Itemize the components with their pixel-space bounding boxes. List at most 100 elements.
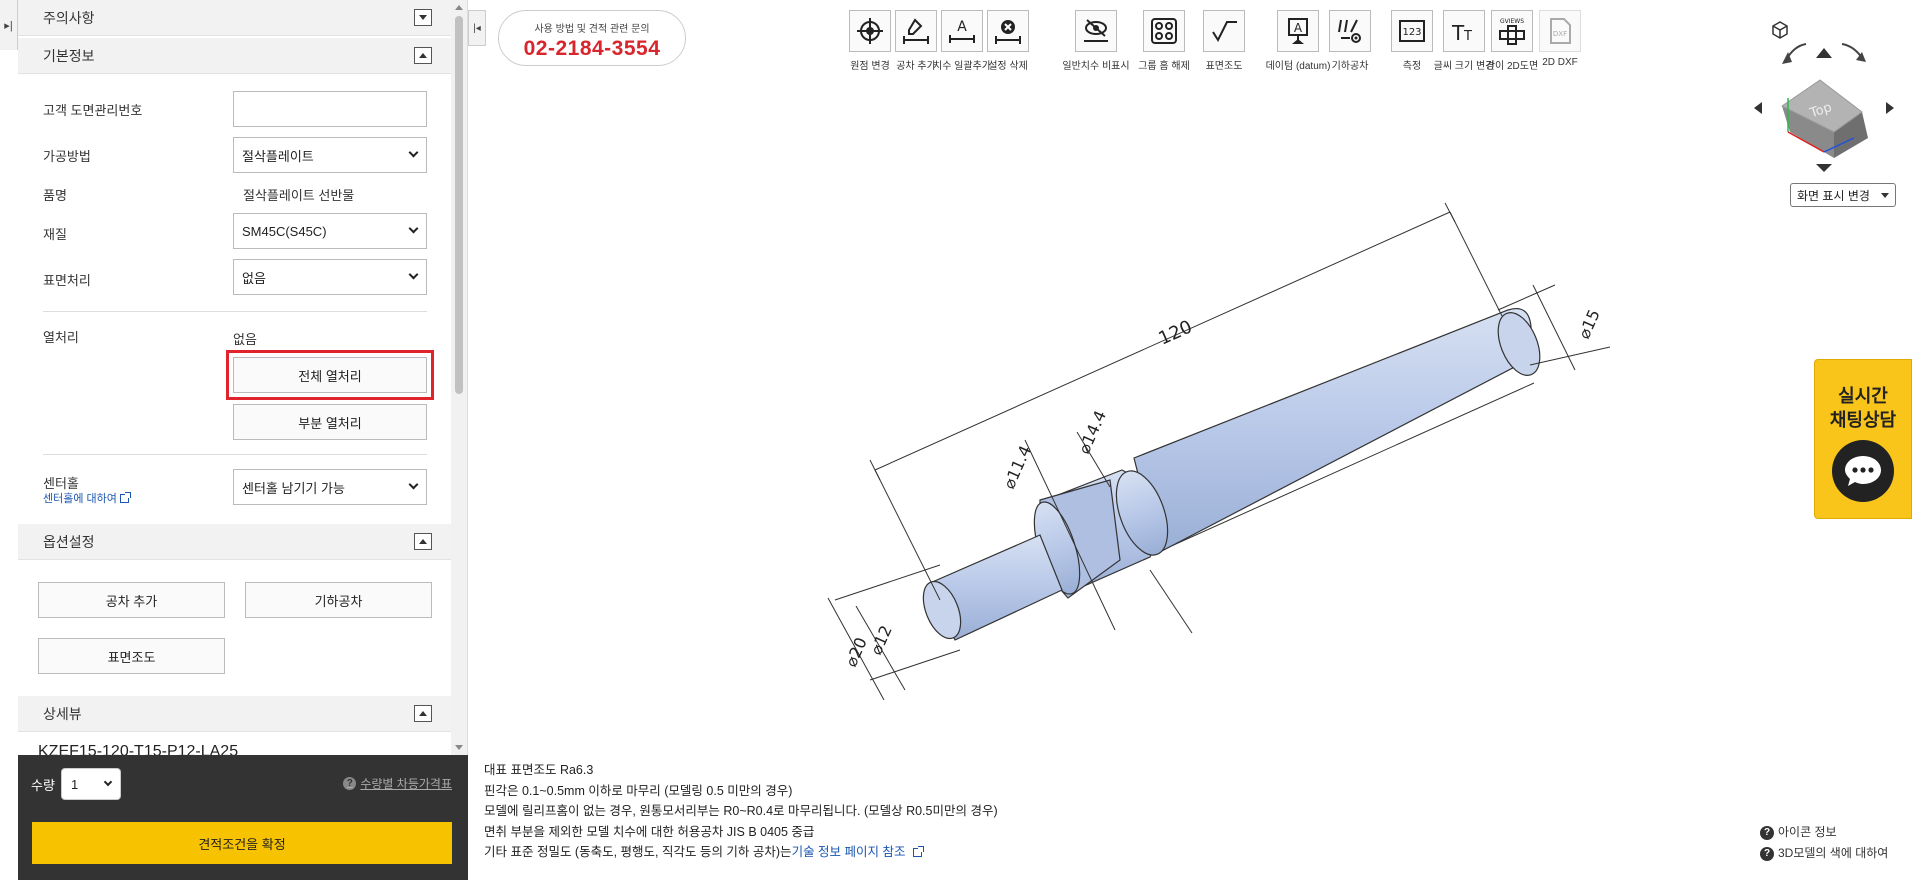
surface-roughness-button[interactable]: 표면조도	[38, 638, 225, 674]
contact-phone: 02-2184-3554	[523, 37, 661, 60]
add-tolerance-button[interactable]: 공차 추가	[38, 582, 225, 618]
section-header-caution[interactable]: 주의사항	[18, 0, 452, 36]
material-select-value: SM45C(S45C)	[242, 223, 327, 239]
center-select[interactable]: 센터홀 남기기 가능	[233, 469, 427, 505]
svg-text:T: T	[1463, 29, 1472, 44]
heat-label: 열처리	[43, 330, 79, 345]
expand-caution-button[interactable]	[414, 9, 432, 26]
tool-2d-dxf[interactable]: DXF 2D DXF	[1538, 10, 1582, 70]
center-info-link-text: 센터홀에 대하여	[43, 493, 117, 505]
tool-datum-label: 데이텀 (datum)	[1265, 61, 1331, 72]
tool-datum[interactable]: A 데이텀 (datum)	[1266, 10, 1330, 72]
chevron-down-icon	[103, 777, 113, 787]
model-color-link[interactable]: ? 3D모델의 색에 대하여	[1760, 843, 1888, 864]
gviews-icon: GVIEWS	[1499, 18, 1525, 45]
rotate-right-icon[interactable]	[1841, 43, 1866, 62]
geometric-tolerance-button[interactable]: 기하공차	[245, 582, 432, 618]
chat-line-1: 실시간	[1838, 386, 1888, 406]
chevron-down-icon	[408, 269, 419, 280]
tool-origin[interactable]: 원점 변경	[848, 10, 892, 72]
tool-add-tolerance[interactable]: 공차 추가	[894, 10, 938, 72]
quantity-price-link-text: 수량별 차등가격표	[360, 777, 452, 791]
tool-ungroup[interactable]: 그룹 홈 해제	[1138, 10, 1190, 72]
view-left-arrow-icon[interactable]	[1754, 102, 1762, 114]
process-select-value: 절삭플레이트	[242, 148, 314, 164]
home-cube-icon[interactable]	[1772, 21, 1788, 39]
material-select[interactable]: SM45C(S45C)	[233, 213, 427, 249]
panel-collapse-button[interactable]: |◂	[468, 10, 486, 46]
scrollbar-thumb[interactable]	[455, 16, 463, 394]
svg-text:GVIEWS: GVIEWS	[1500, 18, 1524, 25]
chat-line-2: 채팅상담	[1829, 410, 1897, 430]
chevron-down-icon	[1881, 193, 1889, 198]
section-header-options[interactable]: 옵션설정	[18, 524, 452, 560]
app-root: ▸| 주의사항 기본정보 고객 도면관리번호 가공방법 절삭플레이트 품명 절삭…	[0, 0, 1912, 880]
svg-text:123: 123	[1402, 27, 1421, 38]
collapse-detail-button[interactable]	[414, 705, 432, 722]
view-cube[interactable]: Top	[1781, 79, 1868, 158]
eye-off-icon	[1084, 19, 1108, 42]
confirm-quote-button[interactable]: 견적조건을 확정	[32, 822, 452, 864]
rotate-left-icon[interactable]	[1782, 43, 1807, 64]
collapse-options-button[interactable]	[414, 533, 432, 550]
view-right-arrow-icon[interactable]	[1886, 102, 1894, 114]
quantity-label: 수량	[31, 778, 55, 793]
note-line-prefix: 기타 표준 정밀도 (동축도, 평행도, 직각도 등의 기하 공차)는	[484, 845, 792, 859]
tech-info-link[interactable]: 기술 정보 페이지 참조	[792, 845, 906, 859]
collapse-basic-button[interactable]	[414, 47, 432, 64]
quantity-select[interactable]: 1	[61, 768, 121, 800]
sidebar-toggle-button[interactable]: ▸|	[0, 0, 18, 50]
tool-roughness[interactable]: 표면조도	[1202, 10, 1246, 72]
icon-info-link-text: 아이콘 정보	[1778, 825, 1837, 839]
scroll-up-arrow-icon[interactable]	[455, 5, 463, 10]
tool-measure[interactable]: 123 측정	[1390, 10, 1434, 72]
heat-value: 없음	[233, 332, 257, 347]
section-title-caution: 주의사항	[43, 9, 95, 26]
section-header-detail[interactable]: 상세뷰	[18, 696, 452, 732]
material-label: 재질	[43, 227, 67, 242]
chevron-down-icon	[419, 15, 427, 20]
heat-partial-button[interactable]: 부분 열처리	[233, 404, 427, 440]
tool-hide-general[interactable]: 일반치수 비표시	[1062, 10, 1130, 72]
icon-info-link[interactable]: ? 아이콘 정보	[1760, 822, 1888, 843]
surface-select[interactable]: 없음	[233, 259, 427, 295]
crosshair-icon	[857, 18, 883, 44]
product-value: 절삭플레이트 선반물	[243, 188, 355, 203]
tool-simple-2d-label: 간이 2D도면	[1485, 61, 1539, 72]
section-header-basic[interactable]: 기본정보	[18, 38, 452, 74]
font-size-icon: TT	[1451, 21, 1472, 45]
surface-select-value: 없음	[242, 270, 266, 286]
help-links: ? 아이콘 정보 ? 3D모델의 색에 대하여	[1760, 822, 1888, 864]
heat-full-button[interactable]: 전체 열처리	[233, 357, 427, 393]
tool-add-tolerance-label: 공차 추가	[896, 61, 936, 72]
detail-part-number: KZEF15-120-T15-P12-LA25	[38, 743, 239, 755]
dim-14-4-label: ⌀14.4	[1074, 408, 1110, 457]
divider	[43, 454, 427, 455]
chevron-down-icon	[408, 147, 419, 158]
quantity-price-link[interactable]: ? 수량별 차등가격표	[343, 775, 452, 792]
view-display-select-value: 화면 표시 변경	[1797, 188, 1870, 203]
tool-delete-setting[interactable]: 설정 삭제	[986, 10, 1030, 72]
surface-label: 표면처리	[43, 273, 91, 288]
live-chat-widget[interactable]: 실시간 채팅상담	[1814, 359, 1912, 519]
tool-simple-2d[interactable]: GVIEWS 간이 2D도면	[1486, 10, 1538, 72]
drawing-no-label: 고객 도면관리번호	[43, 103, 143, 118]
tool-dim-batch[interactable]: A 치수 일괄추가	[933, 10, 991, 72]
dim-12-label: ⌀12	[866, 622, 896, 657]
tool-font-size[interactable]: TT 글씨 크기 변경	[1434, 10, 1494, 72]
left-panel-scroll[interactable]: 주의사항 기본정보 고객 도면관리번호 가공방법 절삭플레이트 품명 절삭플레이…	[18, 0, 452, 755]
tool-geometric[interactable]: 기하공차	[1328, 10, 1372, 72]
chevron-up-icon	[419, 53, 427, 58]
view-down-arrow-icon[interactable]	[1816, 164, 1832, 172]
center-info-link[interactable]: 센터홀에 대하여	[43, 490, 131, 506]
contact-caption: 사용 방법 및 견적 관련 문의	[534, 24, 650, 35]
view-up-arrow-icon[interactable]	[1816, 48, 1832, 58]
help-icon: ?	[1760, 825, 1774, 840]
drawing-no-input[interactable]	[233, 91, 427, 127]
view-display-select[interactable]: 화면 표시 변경	[1790, 183, 1896, 207]
process-select[interactable]: 절삭플레이트	[233, 137, 427, 173]
left-panel-scrollbar[interactable]	[451, 0, 467, 755]
shaft-drawing-viewport[interactable]: 120 ⌀15 ⌀14.4 ⌀11.4 ⌀12 ⌀20	[780, 200, 1630, 701]
scroll-down-arrow-icon[interactable]	[455, 745, 463, 750]
tool-roughness-label: 표면조도	[1205, 61, 1243, 72]
